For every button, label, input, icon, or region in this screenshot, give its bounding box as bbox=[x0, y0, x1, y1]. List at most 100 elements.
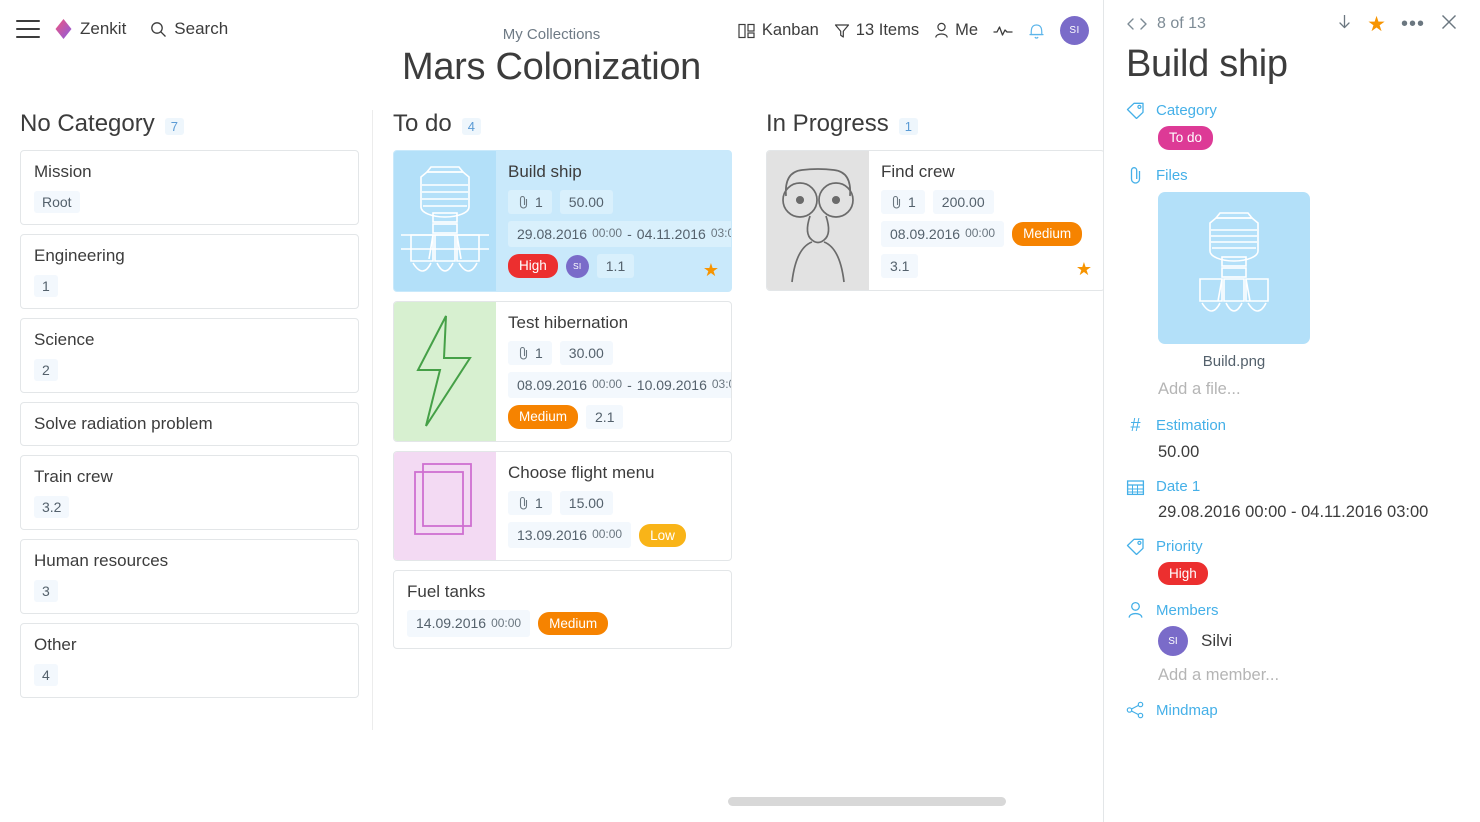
list-item[interactable]: Other 4 bbox=[20, 623, 359, 698]
papers-icon bbox=[414, 463, 472, 536]
priority-badge: Medium bbox=[1012, 222, 1083, 246]
code-brackets-icon[interactable] bbox=[1126, 17, 1148, 31]
panel-position-nav[interactable]: 8 of 13 bbox=[1126, 15, 1206, 33]
person-icon bbox=[935, 22, 948, 38]
date-separator: - bbox=[627, 377, 632, 393]
card-meta-chip: 1 bbox=[34, 275, 58, 297]
panel-item-title: Build ship bbox=[1126, 43, 1288, 85]
board-column-in-progress: In Progress 1 Find crew 1 200.00 08.09.2… bbox=[746, 110, 1103, 822]
card-body: Find crew 1 200.00 08.09.2016 00:00 Medi… bbox=[869, 151, 1103, 290]
column-header: In Progress 1 bbox=[766, 110, 1103, 138]
column-count-badge: 4 bbox=[461, 118, 481, 135]
list-item[interactable]: Solve radiation problem bbox=[20, 402, 359, 446]
date-start: 08.09.2016 bbox=[890, 226, 961, 242]
list-item[interactable]: Human resources 3 bbox=[20, 539, 359, 614]
item-detail-panel: 8 of 13 ★ ••• Build ship Category To do … bbox=[1103, 0, 1480, 822]
add-member-placeholder[interactable]: Add a member... bbox=[1158, 666, 1458, 685]
date-value[interactable]: 29.08.2016 00:00 - 04.11.2016 03:00 bbox=[1158, 503, 1428, 521]
priority-badge[interactable]: High bbox=[1158, 561, 1208, 586]
view-switcher-kanban[interactable]: Kanban bbox=[738, 21, 819, 40]
kanban-card-build-ship[interactable]: Build ship 1 50.00 29.08.2016 00:00 - 04… bbox=[393, 150, 732, 292]
breadcrumb-collections[interactable]: My Collections bbox=[503, 26, 601, 43]
column-title: In Progress bbox=[766, 110, 889, 137]
more-dots-icon[interactable]: ••• bbox=[1401, 14, 1425, 34]
field-date-1: Date 1 29.08.2016 00:00 - 04.11.2016 03:… bbox=[1126, 478, 1458, 522]
priority-badge: High bbox=[508, 254, 558, 278]
card-meta-chip: 2 bbox=[34, 359, 58, 381]
kanban-card-test-hibernation[interactable]: Test hibernation 1 30.00 08.09.2016 00:0… bbox=[393, 301, 732, 443]
date-pill: 08.09.2016 00:00 bbox=[881, 221, 1005, 248]
file-thumbnail bbox=[1158, 191, 1310, 344]
brand-logo[interactable]: Zenkit bbox=[54, 18, 126, 40]
estimation-value[interactable]: 50.00 bbox=[1158, 443, 1199, 461]
estimation-pill: 50.00 bbox=[559, 190, 613, 214]
filter-icon bbox=[834, 23, 849, 38]
filter-items-button[interactable]: 13 Items bbox=[834, 21, 919, 40]
member-row[interactable]: SI Silvi bbox=[1158, 626, 1458, 657]
field-label-text: Mindmap bbox=[1156, 701, 1218, 719]
tag-icon bbox=[1126, 538, 1144, 555]
time-start: 00:00 bbox=[592, 527, 623, 542]
hash-icon: # bbox=[1130, 414, 1141, 435]
star-icon[interactable]: ★ bbox=[1367, 14, 1386, 35]
field-label: Mindmap bbox=[1126, 701, 1458, 719]
estimation-pill: 30.00 bbox=[559, 341, 613, 365]
hamburger-icon[interactable] bbox=[16, 20, 40, 38]
field-value-container: SI Silvi Add a member... bbox=[1126, 626, 1458, 685]
field-label: Members bbox=[1126, 601, 1458, 619]
download-arrow-icon[interactable] bbox=[1337, 13, 1352, 35]
list-item[interactable]: Engineering 1 bbox=[20, 234, 359, 309]
field-value-container: 50.00 bbox=[1126, 443, 1458, 462]
search-button[interactable]: Search bbox=[150, 19, 228, 39]
card-title: Train crew bbox=[34, 467, 113, 486]
panel-header: 8 of 13 ★ ••• bbox=[1126, 0, 1458, 35]
card-body: Choose flight menu 1 15.00 13.09.2016 00… bbox=[496, 452, 731, 560]
star-icon[interactable]: ★ bbox=[1076, 260, 1092, 278]
field-estimation: # Estimation 50.00 bbox=[1126, 415, 1458, 462]
reference-pill: 1.1 bbox=[596, 254, 635, 279]
close-icon[interactable] bbox=[1440, 13, 1458, 35]
card-title: Find crew bbox=[881, 162, 955, 181]
field-category: Category To do bbox=[1126, 102, 1458, 150]
file-card[interactable]: Build.png bbox=[1158, 191, 1310, 370]
kanban-card-fuel-tanks[interactable]: Fuel tanks 14.09.2016 00:00 Medium bbox=[393, 570, 732, 649]
horizontal-scrollbar[interactable] bbox=[390, 797, 1011, 806]
scrollbar-thumb[interactable] bbox=[728, 797, 1006, 806]
estimation-pill: 15.00 bbox=[559, 491, 613, 516]
activity-icon bbox=[993, 25, 1013, 36]
list-item[interactable]: Science 2 bbox=[20, 318, 359, 393]
priority-badge: Medium bbox=[508, 405, 579, 429]
attachments-count: 1 bbox=[535, 345, 543, 361]
category-badge[interactable]: To do bbox=[1158, 126, 1214, 150]
star-icon[interactable]: ★ bbox=[703, 261, 719, 279]
items-count-label: 13 Items bbox=[855, 21, 920, 39]
alien-thumbnail bbox=[767, 151, 869, 291]
list-item[interactable]: Mission Root bbox=[20, 150, 359, 225]
date-end: 10.09.2016 bbox=[636, 377, 707, 393]
notifications-button[interactable] bbox=[1028, 21, 1045, 40]
field-value-container: High bbox=[1126, 561, 1458, 586]
card-title: Build ship bbox=[508, 162, 582, 181]
date-pill: 29.08.2016 00:00 - 04.11.2016 03:00 bbox=[508, 221, 731, 248]
card-title: Other bbox=[34, 635, 77, 654]
zenkit-diamond-icon bbox=[55, 19, 72, 39]
attachments-count: 1 bbox=[908, 194, 916, 210]
column-count-badge: 7 bbox=[164, 118, 184, 135]
activity-button[interactable] bbox=[993, 24, 1013, 38]
card-body: Build ship 1 50.00 29.08.2016 00:00 - 04… bbox=[496, 151, 731, 291]
me-filter-button[interactable]: Me bbox=[934, 21, 978, 40]
time-end: 03:00 bbox=[710, 226, 731, 241]
add-file-placeholder[interactable]: Add a file... bbox=[1158, 380, 1458, 399]
kanban-card-find-crew[interactable]: Find crew 1 200.00 08.09.2016 00:00 Medi… bbox=[766, 150, 1103, 292]
list-item[interactable]: Train crew 3.2 bbox=[20, 455, 359, 530]
person-icon bbox=[1128, 601, 1143, 618]
time-start: 00:00 bbox=[491, 615, 522, 630]
date-start: 14.09.2016 bbox=[416, 615, 487, 632]
field-files: Files Build.png Add a file... bbox=[1126, 166, 1458, 399]
time-start: 00:00 bbox=[592, 226, 623, 241]
attachments-pill: 1 bbox=[881, 190, 925, 214]
alien-face-icon bbox=[782, 167, 854, 282]
kanban-card-choose-flight-menu[interactable]: Choose flight menu 1 15.00 13.09.2016 00… bbox=[393, 451, 732, 562]
user-avatar[interactable]: SI bbox=[1060, 16, 1089, 45]
field-priority: Priority High bbox=[1126, 538, 1458, 586]
